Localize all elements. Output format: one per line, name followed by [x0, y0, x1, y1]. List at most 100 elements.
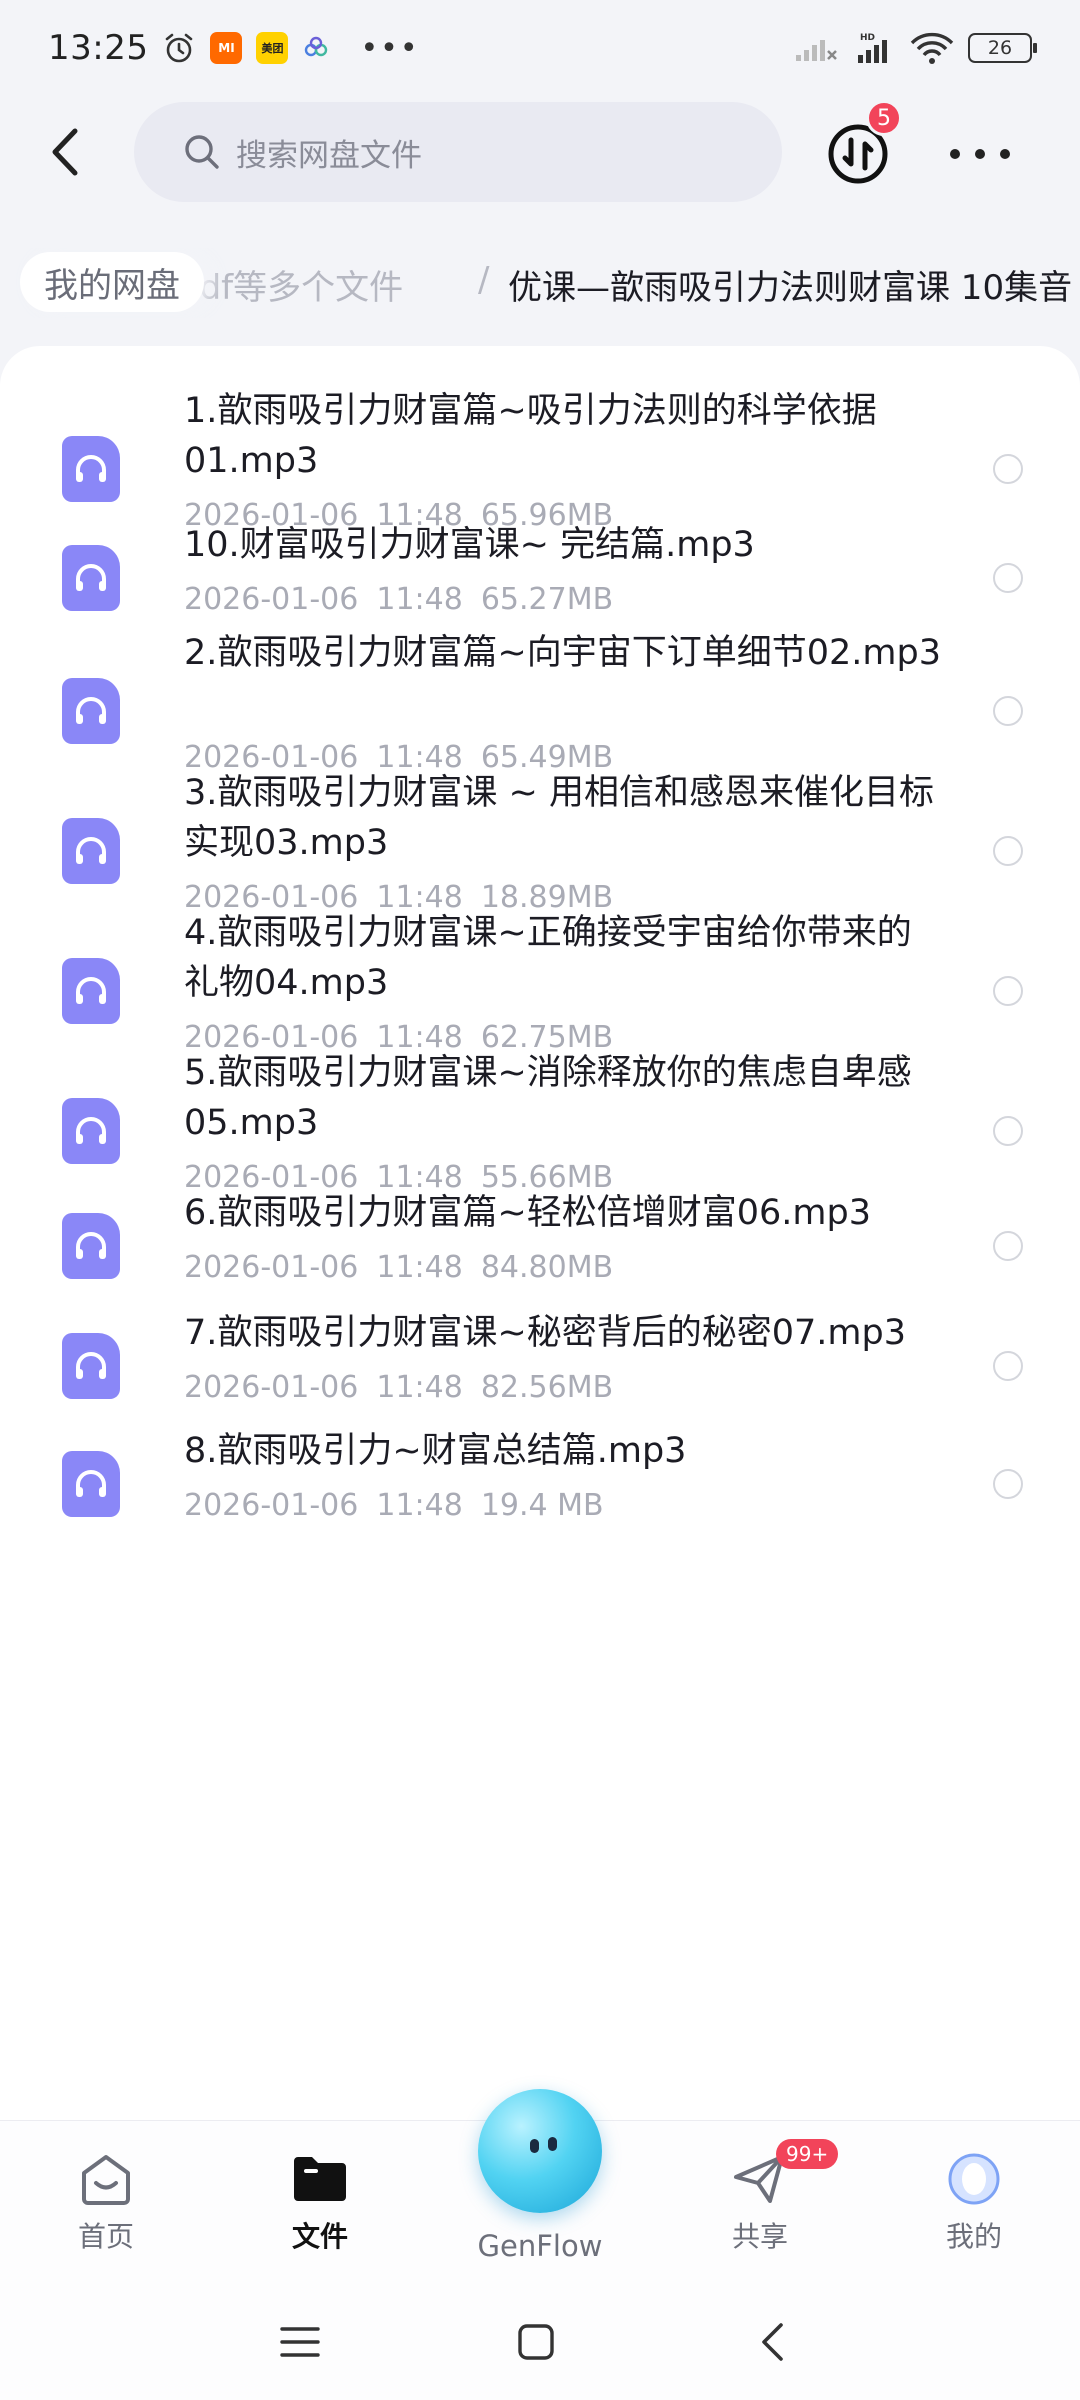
audio-file-icon	[62, 1451, 120, 1517]
share-badge: 99+	[776, 2139, 839, 2169]
headphones-icon	[76, 564, 106, 591]
nav-genflow[interactable]: GenFlow	[470, 2221, 610, 2263]
file-row[interactable]: 7.歆雨吸引力财富课~秘密背后的秘密07.mp3 2026-01-06 11:48 8…	[0, 1308, 1080, 1426]
file-time: 11:48	[376, 582, 463, 617]
nav-mine[interactable]: 我的	[904, 2151, 1044, 2255]
square-icon	[518, 2324, 554, 2360]
nav-files[interactable]: 文件	[250, 2151, 390, 2255]
audio-file-icon	[62, 436, 120, 502]
back-button[interactable]	[38, 122, 90, 182]
nav-home[interactable]: 首页	[36, 2151, 176, 2255]
status-notification-icons: MI 美团 •••	[162, 31, 419, 66]
headphones-icon	[76, 1232, 106, 1259]
status-time: 13:25	[48, 28, 149, 68]
transfer-badge: 5	[866, 100, 902, 136]
select-checkbox[interactable]	[993, 563, 1023, 593]
alarm-icon	[166, 33, 193, 63]
file-name: 3.歆雨吸引力财富课 ~ 用相信和感恩来催化目标实现03.mp3	[184, 773, 934, 863]
file-name: 1.歆雨吸引力财富篇~吸引力法则的科学依据01.mp3	[184, 391, 877, 481]
folder-icon	[294, 2157, 346, 2201]
nav-home-label: 首页	[77, 2220, 134, 2253]
select-checkbox[interactable]	[993, 976, 1023, 1006]
file-row[interactable]: 5.歆雨吸引力财富课~消除释放你的焦虑自卑感05.mp3 2026-01-06 11…	[0, 1048, 1080, 1195]
file-meta: 2026-01-06 11:48 82.56MB	[184, 1370, 613, 1405]
nav-share-label: 共享	[731, 2220, 788, 2253]
file-name: 2.歆雨吸引力财富篇~向宇宙下订单细节02.mp3	[184, 633, 941, 673]
audio-file-icon	[62, 678, 120, 744]
breadcrumb-current: 优课—歆雨吸引力法则财富课 10集音	[508, 268, 1073, 308]
audio-file-icon	[62, 958, 120, 1024]
menu-icon	[280, 2327, 320, 2357]
file-row[interactable]: 8.歆雨吸引力~财富总结篇.mp3 2026-01-06 11:48 19.4 MB	[0, 1426, 1080, 1544]
file-list: 1.歆雨吸引力财富篇~吸引力法则的科学依据01.mp3 2026-01-06 11:…	[0, 346, 1080, 2136]
orb-eye-icon	[548, 2137, 557, 2151]
home-icon	[82, 2155, 130, 2205]
file-date: 2026-01-06	[184, 582, 359, 617]
bottom-nav: 首页 文件 GenFlow 共享 99+ 我的	[0, 2089, 1080, 2280]
file-row[interactable]: 3.歆雨吸引力财富课 ~ 用相信和感恩来催化目标实现03.mp3 2026-01-…	[0, 768, 1080, 915]
orb-eye-icon	[530, 2139, 539, 2153]
file-row[interactable]: 10.财富吸引力财富课~ 完结篇.mp3 2026-01-06 11:48 65.27…	[0, 520, 1080, 638]
nav-mine-label: 我的	[945, 2220, 1002, 2253]
select-checkbox[interactable]	[993, 454, 1023, 484]
more-options-button[interactable]	[950, 136, 1010, 172]
nav-genflow-label: GenFlow	[477, 2229, 603, 2263]
cloud-app-icon	[305, 36, 328, 57]
file-name: 4.歆雨吸引力财富课~正确接受宇宙给你带来的礼物04.mp3	[184, 913, 912, 1003]
chevron-left-icon	[762, 2323, 783, 2361]
file-row[interactable]: 6.歆雨吸引力财富篇~轻松倍增财富06.mp3 2026-01-06 11:48 84…	[0, 1188, 1080, 1306]
headphones-icon	[76, 1117, 106, 1144]
headphones-icon	[76, 697, 106, 724]
headphones-icon	[76, 1470, 106, 1497]
signal-icon-1	[796, 40, 837, 61]
search-input[interactable]: 搜索网盘文件	[134, 102, 782, 202]
file-row[interactable]: 2.歆雨吸引力财富篇~向宇宙下订单细节02.mp3 2026-01-06 11:48…	[0, 628, 1080, 775]
file-size: 19.4 MB	[480, 1488, 604, 1523]
select-checkbox[interactable]	[993, 836, 1023, 866]
audio-file-icon	[62, 1098, 120, 1164]
select-checkbox[interactable]	[993, 696, 1023, 726]
recent-apps-button[interactable]	[270, 2312, 330, 2372]
system-back-button[interactable]	[742, 2312, 802, 2372]
select-checkbox[interactable]	[993, 1231, 1023, 1261]
more-notifications-icon: •••	[360, 30, 420, 66]
headphones-icon	[76, 1352, 106, 1379]
meituan-app-icon: 美团	[256, 32, 289, 64]
file-meta: 2026-01-06 11:48 65.27MB	[184, 582, 613, 617]
home-button[interactable]	[506, 2312, 566, 2372]
audio-file-icon	[62, 818, 120, 884]
profile-icon	[948, 2153, 1000, 2205]
system-nav-bar	[0, 2280, 1080, 2400]
audio-file-icon	[62, 1213, 120, 1279]
file-time: 11:48	[376, 1370, 463, 1405]
file-row[interactable]: 1.歆雨吸引力财富篇~吸引力法则的科学依据01.mp3 2026-01-06 11:…	[0, 386, 1080, 533]
more-dot-icon	[950, 149, 960, 159]
file-row[interactable]: 4.歆雨吸引力财富课~正确接受宇宙给你带来的礼物04.mp3 2026-01-06…	[0, 908, 1080, 1055]
mi-app-icon: MI	[210, 32, 243, 64]
audio-file-icon	[62, 1333, 120, 1399]
file-date: 2026-01-06	[184, 1370, 359, 1405]
select-checkbox[interactable]	[993, 1116, 1023, 1146]
status-bar: 13:25 MI 美团 ••• HD 26	[0, 0, 1080, 96]
search-icon	[185, 135, 219, 169]
breadcrumb-separator: /	[478, 260, 490, 300]
battery-indicator: 26	[968, 33, 1037, 63]
file-size: 65.27MB	[480, 582, 614, 617]
file-time: 11:48	[376, 1250, 463, 1285]
file-name: 8.歆雨吸引力~财富总结篇.mp3	[184, 1431, 687, 1471]
wifi-icon	[910, 32, 954, 64]
signal-icon-2: HD	[858, 33, 887, 63]
file-name: 5.歆雨吸引力财富课~消除释放你的焦虑自卑感05.mp3	[184, 1053, 912, 1143]
file-meta: 2026-01-06 11:48 19.4 MB	[184, 1488, 604, 1523]
breadcrumb-folder[interactable]: pdf等多个文件	[178, 260, 403, 309]
genflow-orb-icon[interactable]	[478, 2089, 602, 2213]
breadcrumb-root[interactable]: 我的网盘	[20, 252, 204, 312]
select-checkbox[interactable]	[993, 1351, 1023, 1381]
battery-level: 26	[987, 37, 1013, 59]
file-name: 7.歆雨吸引力财富课~秘密背后的秘密07.mp3	[184, 1313, 906, 1353]
headphones-icon	[76, 837, 106, 864]
header: 搜索网盘文件 5	[0, 100, 1080, 205]
file-name: 10.财富吸引力财富课~ 完结篇.mp3	[184, 525, 755, 565]
select-checkbox[interactable]	[993, 1469, 1023, 1499]
headphones-icon	[76, 455, 106, 482]
